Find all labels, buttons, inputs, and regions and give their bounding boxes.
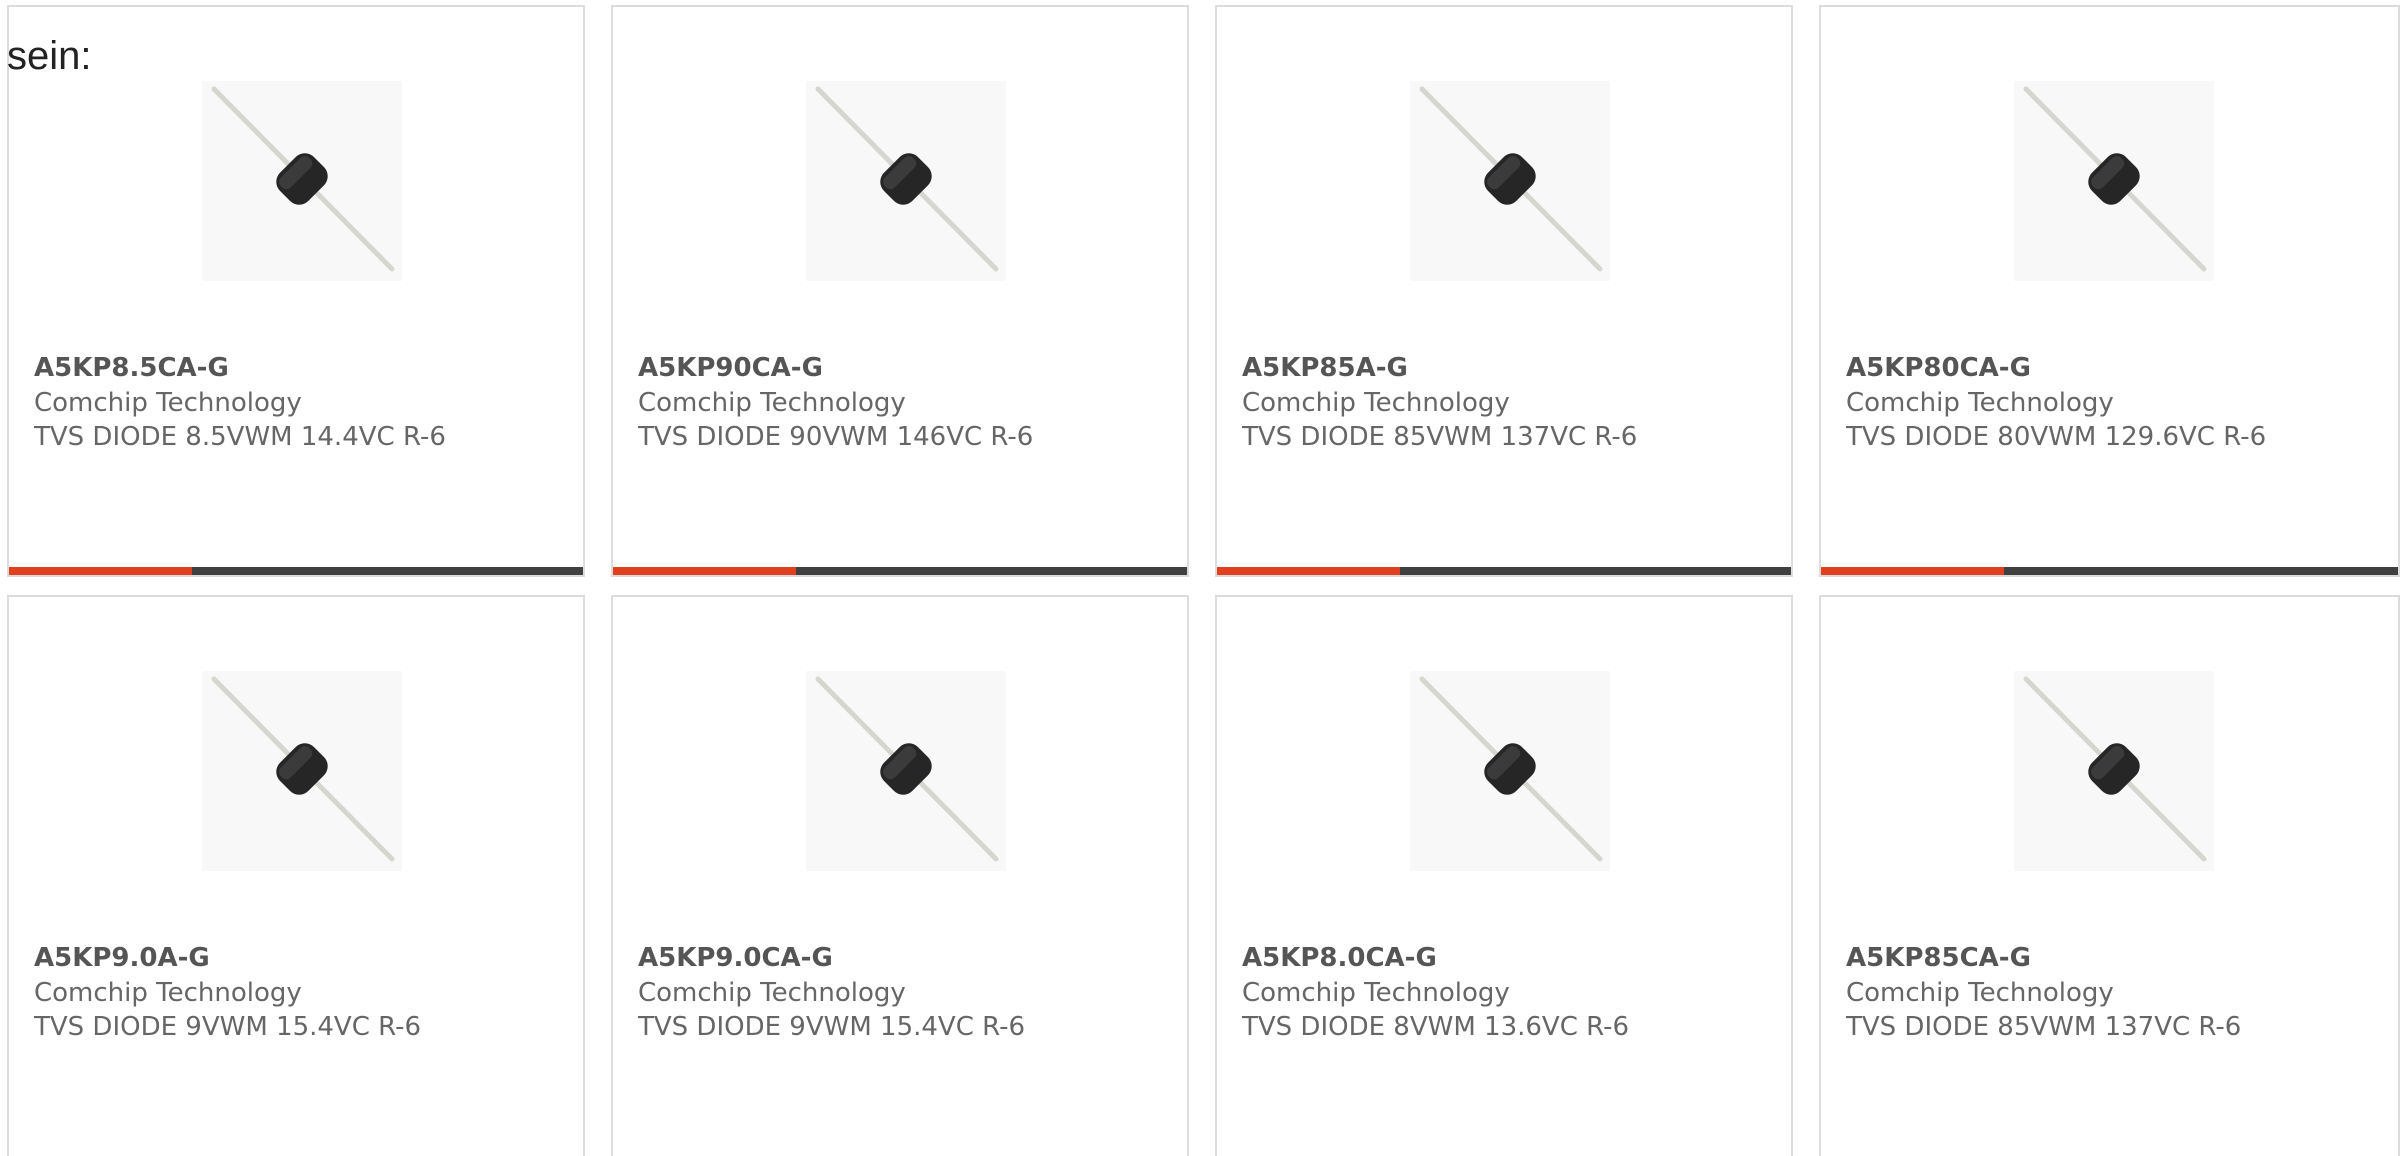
intro-text: sein: (7, 34, 92, 78)
diode-icon (1419, 86, 1603, 272)
part-number-link[interactable]: A5KP9.0CA-G (638, 943, 833, 973)
axial-diode-image[interactable] (806, 81, 1006, 281)
part-number-link[interactable]: A5KP85A-G (1242, 353, 1408, 383)
product-card[interactable]: A5KP8.0CA-G Comchip Technology TVS DIODE… (1215, 595, 1793, 1156)
manufacturer-label: Comchip Technology (1846, 388, 2114, 418)
description-text: TVS DIODE 80VWM 129.6VC R-6 (1846, 422, 2267, 452)
product-grid: A5KP8.5CA-G Comchip Technology TVS DIODE… (0, 0, 2400, 1156)
card-progress-bar (1821, 567, 2398, 575)
description-text: TVS DIODE 9VWM 15.4VC R-6 (34, 1012, 422, 1042)
description-text: TVS DIODE 8VWM 13.6VC R-6 (1242, 1012, 1630, 1042)
description-text: TVS DIODE 90VWM 146VC R-6 (638, 422, 1034, 452)
description-text: TVS DIODE 9VWM 15.4VC R-6 (638, 1012, 1026, 1042)
description-text: TVS DIODE 85VWM 137VC R-6 (1846, 1012, 2242, 1042)
axial-diode-image[interactable] (2014, 81, 2214, 281)
axial-diode-image[interactable] (202, 671, 402, 871)
product-card[interactable]: A5KP85CA-G Comchip Technology TVS DIODE … (1819, 595, 2400, 1156)
manufacturer-label: Comchip Technology (34, 388, 302, 418)
description-text: TVS DIODE 8.5VWM 14.4VC R-6 (34, 422, 446, 452)
manufacturer-label: Comchip Technology (34, 978, 302, 1008)
diode-icon (2023, 86, 2207, 272)
description-text: TVS DIODE 85VWM 137VC R-6 (1242, 422, 1638, 452)
card-progress-fill (1821, 567, 2004, 575)
axial-diode-image[interactable] (2014, 671, 2214, 871)
part-number-link[interactable]: A5KP9.0A-G (34, 943, 210, 973)
part-number-link[interactable]: A5KP90CA-G (638, 353, 823, 383)
product-card[interactable]: A5KP80CA-G Comchip Technology TVS DIODE … (1819, 5, 2400, 577)
diode-icon (2023, 676, 2207, 862)
card-progress-bar (1217, 567, 1791, 575)
manufacturer-label: Comchip Technology (1242, 388, 1510, 418)
part-number-link[interactable]: A5KP8.0CA-G (1242, 943, 1437, 973)
card-progress-fill (1217, 567, 1400, 575)
diode-icon (815, 676, 999, 862)
card-progress-bar (9, 567, 583, 575)
product-card[interactable]: A5KP8.5CA-G Comchip Technology TVS DIODE… (7, 5, 585, 577)
page: sein: A5KP8.5CA-G Comchip Technology TVS… (0, 0, 2400, 1156)
diode-icon (211, 86, 395, 272)
axial-diode-image[interactable] (806, 671, 1006, 871)
axial-diode-image[interactable] (1410, 671, 1610, 871)
axial-diode-image[interactable] (202, 81, 402, 281)
manufacturer-label: Comchip Technology (638, 388, 906, 418)
product-card[interactable]: A5KP90CA-G Comchip Technology TVS DIODE … (611, 5, 1189, 577)
card-progress-bar (613, 567, 1187, 575)
card-progress-fill (613, 567, 796, 575)
part-number-link[interactable]: A5KP8.5CA-G (34, 353, 229, 383)
manufacturer-label: Comchip Technology (1846, 978, 2114, 1008)
manufacturer-label: Comchip Technology (638, 978, 906, 1008)
product-card[interactable]: A5KP85A-G Comchip Technology TVS DIODE 8… (1215, 5, 1793, 577)
part-number-link[interactable]: A5KP80CA-G (1846, 353, 2031, 383)
axial-diode-image[interactable] (1410, 81, 1610, 281)
part-number-link[interactable]: A5KP85CA-G (1846, 943, 2031, 973)
diode-icon (815, 86, 999, 272)
card-progress-fill (9, 567, 192, 575)
diode-icon (211, 676, 395, 862)
product-card[interactable]: A5KP9.0CA-G Comchip Technology TVS DIODE… (611, 595, 1189, 1156)
product-card[interactable]: A5KP9.0A-G Comchip Technology TVS DIODE … (7, 595, 585, 1156)
manufacturer-label: Comchip Technology (1242, 978, 1510, 1008)
diode-icon (1419, 676, 1603, 862)
